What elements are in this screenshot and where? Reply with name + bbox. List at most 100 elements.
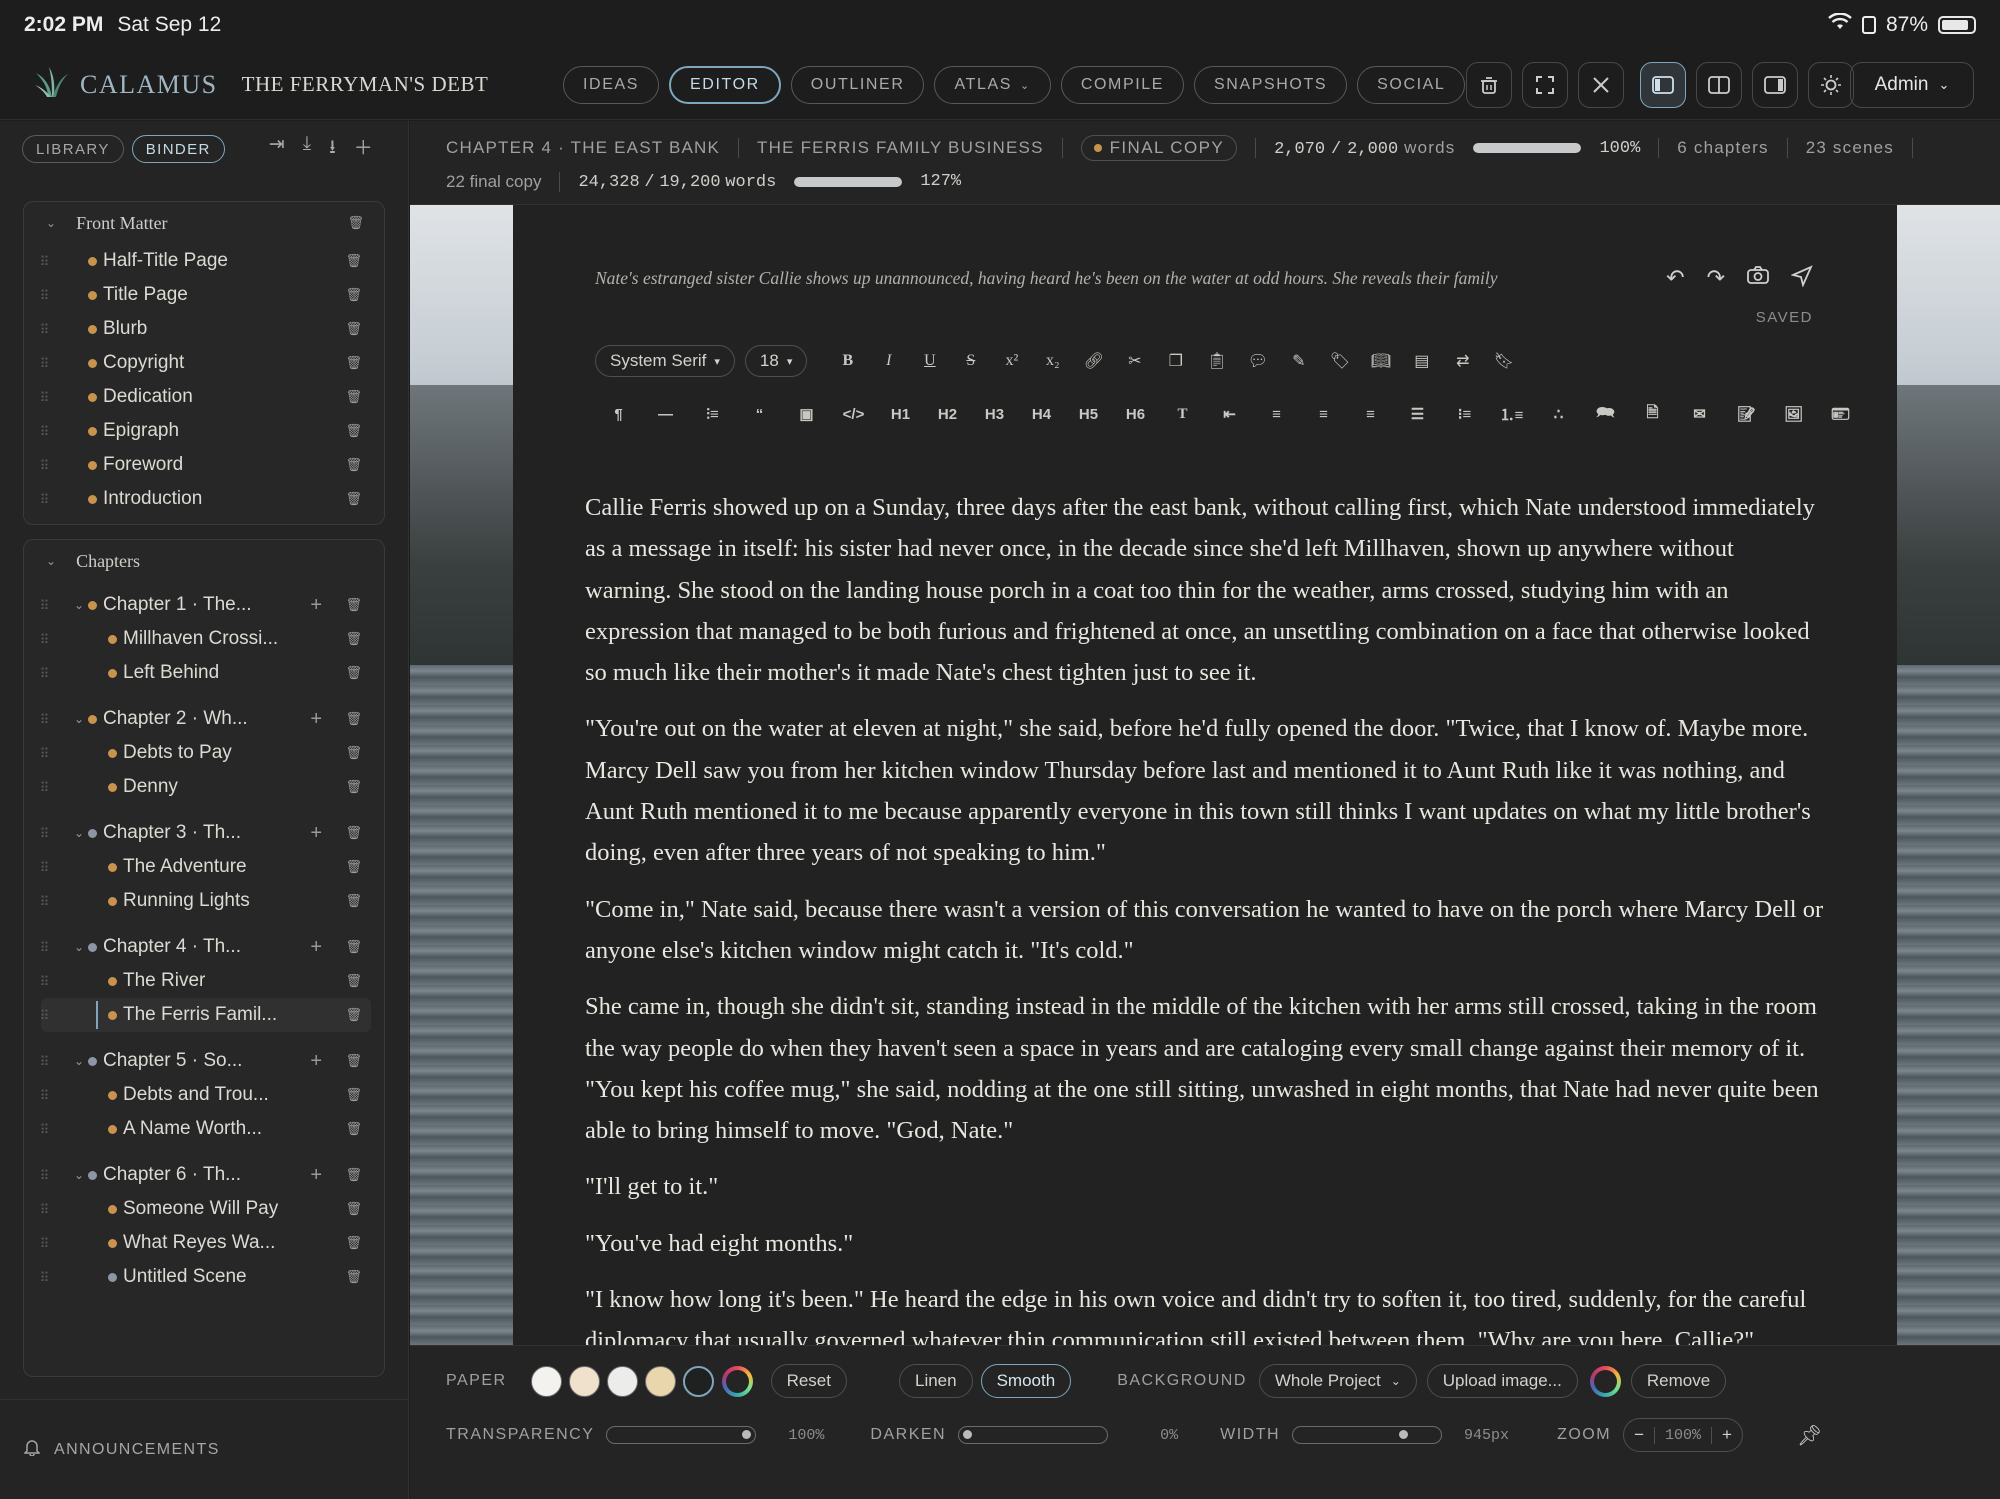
drag-handle-icon[interactable]: ⠿ [38,975,50,988]
drag-handle-icon[interactable]: ⠿ [38,425,50,438]
trash-icon[interactable]: 🗑 [345,491,362,507]
paper-swatch[interactable] [568,1365,600,1397]
tab-snapshots[interactable]: SNAPSHOTS [1194,66,1348,104]
add-scene-icon[interactable]: + [310,594,322,617]
front-matter-header[interactable]: ⌄ Front Matter 🗑 [24,202,384,244]
chapter-item[interactable]: ⠿ ⌄ Chapter 2 · Wh... + 🗑 [24,702,384,736]
scene-item[interactable]: ⠿ Running Lights 🗑 [24,884,384,918]
trash-icon[interactable]: 🗑 [345,745,362,761]
manuscript-paragraph[interactable]: "I'll get to it." [585,1166,1825,1207]
theme-sun-icon[interactable] [1808,62,1854,108]
scene-item[interactable]: ⠿ The Adventure 🗑 [24,850,384,884]
redo-icon[interactable]: ↷ [1707,265,1725,293]
trash-icon[interactable]: 🗑 [345,1167,362,1183]
paper-swatch[interactable] [606,1365,638,1397]
trash-icon[interactable]: 🗑 [345,973,362,989]
chapter-item[interactable]: ⠿ ⌄ Chapter 6 · Th... + 🗑 [24,1158,384,1192]
user-menu-button[interactable]: Admin ⌄ [1850,62,1974,108]
manuscript-paragraph[interactable]: Callie Ferris showed up on a Sunday, thr… [585,487,1825,693]
download-icon[interactable]: ⤓ [303,133,311,165]
send-icon[interactable] [1790,265,1813,293]
drag-handle-icon[interactable]: ⠿ [38,1169,50,1182]
trash-icon[interactable]: 🗑 [345,423,362,439]
paper-swatch[interactable] [530,1365,562,1397]
split-view-icon[interactable] [1696,62,1742,108]
upload-image-button[interactable]: Upload image... [1426,1364,1578,1398]
tab-social[interactable]: SOCIAL [1357,66,1466,104]
heading-5-button[interactable]: H5 [1065,398,1112,430]
background-scope-select[interactable]: Whole Project ⌄ [1258,1364,1417,1398]
reset-paper-button[interactable]: Reset [770,1364,847,1398]
app-logo[interactable]: CALAMUS [34,65,218,104]
trash-icon[interactable]: 🗑 [345,321,362,337]
scene-item[interactable]: ⠿ Debts to Pay 🗑 [24,736,384,770]
paste-icon[interactable]: 📋︎ [1196,345,1237,377]
subscript-button[interactable]: x₂ [1032,345,1073,377]
chapter-item[interactable]: ⠿ ⌄ Chapter 5 · So... + 🗑 [24,1044,384,1078]
status-badge[interactable]: FINAL COPY [1080,135,1238,161]
align-right-icon[interactable]: ≡ [1347,398,1394,430]
bullet-list-icon[interactable]: ⁝≡ [1441,398,1488,430]
scene-item[interactable]: ⠿ The River 🗑 [24,964,384,998]
drag-handle-icon[interactable]: ⠿ [38,667,50,680]
trash-icon[interactable]: 🗑 [345,253,362,269]
texture-linen-button[interactable]: Linen [898,1364,973,1398]
align-justify-icon[interactable]: ☰ [1394,398,1441,430]
paper-swatch[interactable] [682,1365,714,1397]
heading-6-button[interactable]: H6 [1112,398,1159,430]
insert-image-icon[interactable]: 🖼︎ [1770,398,1817,430]
underline-button[interactable]: U [909,345,950,377]
scene-item[interactable]: ⠿ Millhaven Crossi... 🗑 [24,622,384,656]
drag-handle-icon[interactable]: ⠿ [38,289,50,302]
heading-4-button[interactable]: H4 [1018,398,1065,430]
tab-binder[interactable]: BINDER [131,135,225,163]
chapter-item[interactable]: ⠿ ⌄ Chapter 1 · The... + 🗑 [24,588,384,622]
numbered-list-icon[interactable]: ⒈≡ [1488,398,1535,430]
drag-handle-icon[interactable]: ⠿ [38,1009,50,1022]
drag-handle-icon[interactable]: ⠿ [38,1271,50,1284]
document-icon[interactable]: 🗎︎ [1629,398,1676,430]
drag-handle-icon[interactable]: ⠿ [38,781,50,794]
scene-item[interactable]: ⠿ Left Behind 🗑 [24,656,384,690]
cut-icon[interactable]: ✂︎ [1114,345,1155,377]
drag-handle-icon[interactable]: ⠿ [38,391,50,404]
scene-breadcrumb[interactable]: THE FERRIS FAMILY BUSINESS [757,138,1044,158]
trash-icon[interactable]: 🗑 [345,1201,362,1217]
zoom-out-button[interactable]: − [1624,1425,1654,1445]
add-scene-icon[interactable]: + [310,708,322,731]
chevron-down-icon[interactable]: ⌄ [46,554,56,569]
scene-break-icon[interactable]: ∴ [1535,398,1582,430]
front-matter-item[interactable]: ⠿ Title Page 🗑 [24,278,384,312]
swap-icon[interactable]: ⇄ [1442,345,1483,377]
trash-icon[interactable]: 🗑 [345,597,362,613]
zoom-value[interactable]: 100% [1654,1426,1713,1444]
dialogue-icon[interactable]: 🗪︎ [1582,398,1629,430]
announcements[interactable]: ANNOUNCEMENTS [0,1399,409,1499]
custom-color-wheel-icon[interactable] [721,1365,753,1397]
drag-handle-icon[interactable]: ⠿ [38,1237,50,1250]
trash-icon[interactable]: 🗑 [345,287,362,303]
drag-handle-icon[interactable]: ⠿ [38,895,50,908]
manuscript-text[interactable]: Callie Ferris showed up on a Sunday, thr… [585,487,1825,1345]
tag-icon[interactable]: 🏷︎ [1319,345,1360,377]
drag-handle-icon[interactable]: ⠿ [38,827,50,840]
trash-icon[interactable]: 🗑 [345,1053,362,1069]
trash-icon[interactable]: 🗑 [345,1121,362,1137]
italic-button[interactable]: I [868,345,909,377]
zoom-in-button[interactable]: + [1712,1425,1742,1445]
add-scene-icon[interactable]: + [310,936,322,959]
texture-smooth-button[interactable]: Smooth [980,1364,1072,1398]
drag-handle-icon[interactable]: ⠿ [38,459,50,472]
scene-item[interactable]: ⠿ Someone Will Pay 🗑 [24,1192,384,1226]
front-matter-item[interactable]: ⠿ Dedication 🗑 [24,380,384,414]
tab-editor[interactable]: EDITOR [669,66,781,104]
add-icon[interactable]: ＋ [354,133,373,165]
chapter-breadcrumb[interactable]: CHAPTER 4 · THE EAST BANK [446,138,720,158]
tab-compile[interactable]: COMPILE [1060,66,1185,104]
horizontal-rule-button[interactable]: — [642,398,689,430]
manuscript-paragraph[interactable]: She came in, though she didn't sit, stan… [585,986,1825,1151]
transparency-slider[interactable] [606,1426,757,1444]
chevron-down-icon[interactable]: ⌄ [74,1054,84,1068]
bookmark-icon[interactable]: 🔖︎ [1483,345,1524,377]
clipboard-note-icon[interactable]: 📝︎ [1723,398,1770,430]
